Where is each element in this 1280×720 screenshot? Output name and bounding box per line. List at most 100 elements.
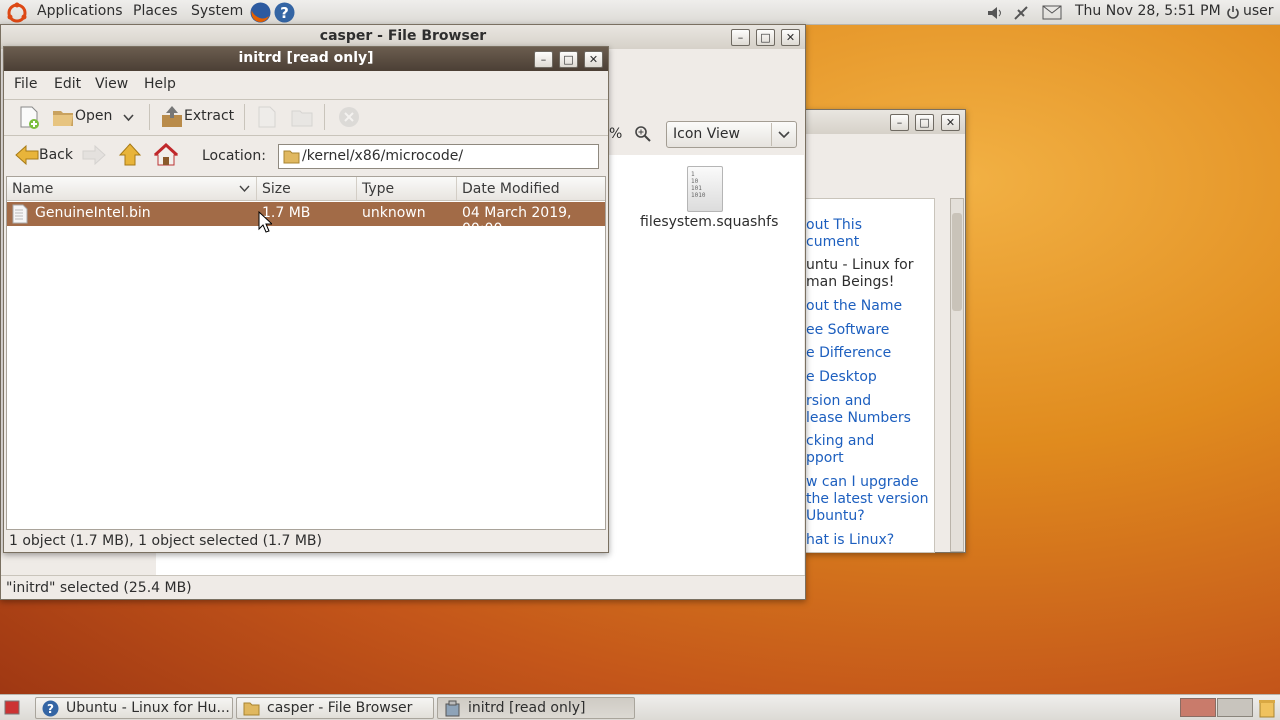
casper-status-text: "initrd" selected (25.4 MB) [6, 580, 192, 596]
taskbar-item-initrd[interactable]: initrd [read only] [437, 697, 635, 719]
initrd-titlebar[interactable]: initrd [read only] [4, 47, 608, 71]
home-icon[interactable] [154, 143, 178, 167]
help-link-desktop[interactable]: e Desktop [806, 369, 877, 385]
help-link-version-2[interactable]: lease Numbers [806, 410, 911, 426]
help-link-backing-2[interactable]: pport [806, 450, 844, 466]
help-link-difference[interactable]: e Difference [806, 345, 891, 361]
initrd-window-title: initrd [read only] [238, 50, 374, 66]
casper-statusbar: "initrd" selected (25.4 MB) [1, 575, 805, 600]
initrd-statusbar: 1 object (1.7 MB), 1 object selected (1.… [4, 531, 608, 553]
casper-close-button[interactable]: ✕ [781, 29, 800, 46]
menu-places[interactable]: Places [133, 3, 178, 19]
initrd-window: initrd [read only] – □ ✕ File Edit View … [3, 46, 609, 553]
mouse-cursor-icon [258, 211, 272, 233]
file-item-label[interactable]: filesystem.squashfs [640, 214, 778, 230]
back-label: Back [39, 147, 73, 163]
add-files-icon[interactable] [255, 105, 279, 129]
open-button[interactable]: Open [51, 105, 141, 131]
taskbar-item-casper[interactable]: casper - File Browser [236, 697, 434, 719]
file-list-header: Name Size Type Date Modified [7, 177, 605, 201]
bottom-panel: ? Ubuntu - Linux for Hu... casper - File… [0, 694, 1280, 720]
folder-icon [243, 702, 260, 716]
folder-open-icon [53, 111, 73, 126]
forward-arrow-icon[interactable] [82, 144, 106, 166]
cell-date: 04 March 2019, 00:00 [462, 205, 572, 237]
menu-system[interactable]: System [191, 3, 243, 19]
clock[interactable]: Thu Nov 28, 5:51 PM [1075, 3, 1221, 19]
power-icon[interactable] [1226, 5, 1240, 20]
casper-minimize-button[interactable]: – [731, 29, 750, 46]
casper-window-title: casper - File Browser [319, 28, 487, 44]
file-icon [12, 204, 28, 224]
folder-icon [283, 150, 300, 164]
back-button[interactable]: Back [13, 142, 75, 170]
location-field[interactable]: /kernel/x86/microcode/ [278, 144, 599, 169]
new-archive-icon[interactable] [17, 105, 41, 129]
firefox-icon[interactable] [249, 1, 272, 24]
location-value: /kernel/x86/microcode/ [302, 148, 464, 164]
initrd-menubar: File Edit View Help [4, 71, 608, 98]
column-type[interactable]: Type [357, 177, 457, 200]
help-link-upgrade-3[interactable]: Ubuntu? [806, 508, 865, 524]
initrd-status-text: 1 object (1.7 MB), 1 object selected (1.… [9, 533, 322, 549]
help-link-upgrade[interactable]: w can I upgrade [806, 474, 919, 490]
ubuntu-logo-icon[interactable] [6, 2, 28, 24]
cell-name: GenuineIntel.bin [35, 205, 151, 221]
menu-view[interactable]: View [95, 76, 128, 92]
zoom-in-icon[interactable] [634, 125, 652, 143]
help-link-version[interactable]: rsion and [806, 393, 871, 409]
file-binary-icon[interactable]: 1 10 101 1010 [687, 166, 723, 212]
help-link-free-software[interactable]: ee Software [806, 322, 889, 338]
menu-applications[interactable]: Applications [37, 3, 123, 19]
open-label: Open [75, 108, 113, 124]
help-close-button[interactable]: ✕ [941, 114, 960, 131]
initrd-maximize-button[interactable]: □ [559, 51, 578, 68]
help-link-upgrade-2[interactable]: the latest version [806, 491, 929, 507]
show-desktop-icon[interactable] [4, 700, 20, 715]
view-mode-label: Icon View [673, 126, 740, 142]
up-arrow-icon[interactable] [118, 143, 142, 167]
svg-text:?: ? [47, 702, 54, 716]
help-link-backing[interactable]: cking and [806, 433, 874, 449]
initrd-minimize-button[interactable]: – [534, 51, 553, 68]
casper-maximize-button[interactable]: □ [756, 29, 775, 46]
initrd-close-button[interactable]: ✕ [584, 51, 603, 68]
column-date-modified[interactable]: Date Modified [457, 177, 605, 200]
help-heading-ubuntu-2: man Beings! [806, 274, 895, 290]
svg-text:?: ? [280, 4, 289, 22]
menu-help[interactable]: Help [144, 76, 176, 92]
cell-type: unknown [362, 205, 426, 221]
network-icon[interactable] [1012, 4, 1030, 22]
add-folder-icon[interactable] [290, 105, 314, 129]
column-name[interactable]: Name [7, 177, 257, 200]
help-minimize-button[interactable]: – [890, 114, 909, 131]
view-mode-select[interactable]: Icon View [666, 121, 797, 148]
user-menu[interactable]: user [1243, 3, 1274, 19]
menu-edit[interactable]: Edit [54, 76, 81, 92]
help-link-about-doc-2[interactable]: cument [806, 234, 859, 250]
mail-icon[interactable] [1042, 5, 1062, 20]
help-icon[interactable]: ? [273, 1, 296, 24]
sort-descending-icon [239, 185, 250, 193]
workspace-1[interactable] [1180, 698, 1216, 717]
stop-icon[interactable] [337, 105, 361, 129]
extract-button[interactable]: Extract [160, 105, 240, 131]
volume-icon[interactable] [986, 4, 1004, 22]
top-panel: Applications Places System ? Thu Nov 28,… [0, 0, 1280, 25]
help-maximize-button[interactable]: □ [915, 114, 934, 131]
menu-file[interactable]: File [14, 76, 37, 92]
help-link-name[interactable]: out the Name [806, 298, 902, 314]
column-size[interactable]: Size [257, 177, 357, 200]
help-scrollbar[interactable] [950, 198, 964, 552]
help-heading-ubuntu: untu - Linux for [806, 257, 914, 273]
chevron-down-icon [123, 114, 134, 122]
help-link-linux[interactable]: hat is Linux? [806, 532, 894, 548]
help-scrollbar-thumb[interactable] [952, 213, 962, 311]
table-row[interactable]: GenuineIntel.bin 1.7 MB unknown 04 March… [7, 202, 605, 237]
help-link-about-doc[interactable]: out This [806, 217, 862, 233]
back-arrow-icon [15, 144, 39, 166]
workspace-2[interactable] [1217, 698, 1253, 717]
taskbar-item-ubuntu-help[interactable]: ? Ubuntu - Linux for Hu... [35, 697, 233, 719]
extract-label: Extract [184, 108, 235, 124]
trash-icon[interactable] [1257, 698, 1277, 718]
